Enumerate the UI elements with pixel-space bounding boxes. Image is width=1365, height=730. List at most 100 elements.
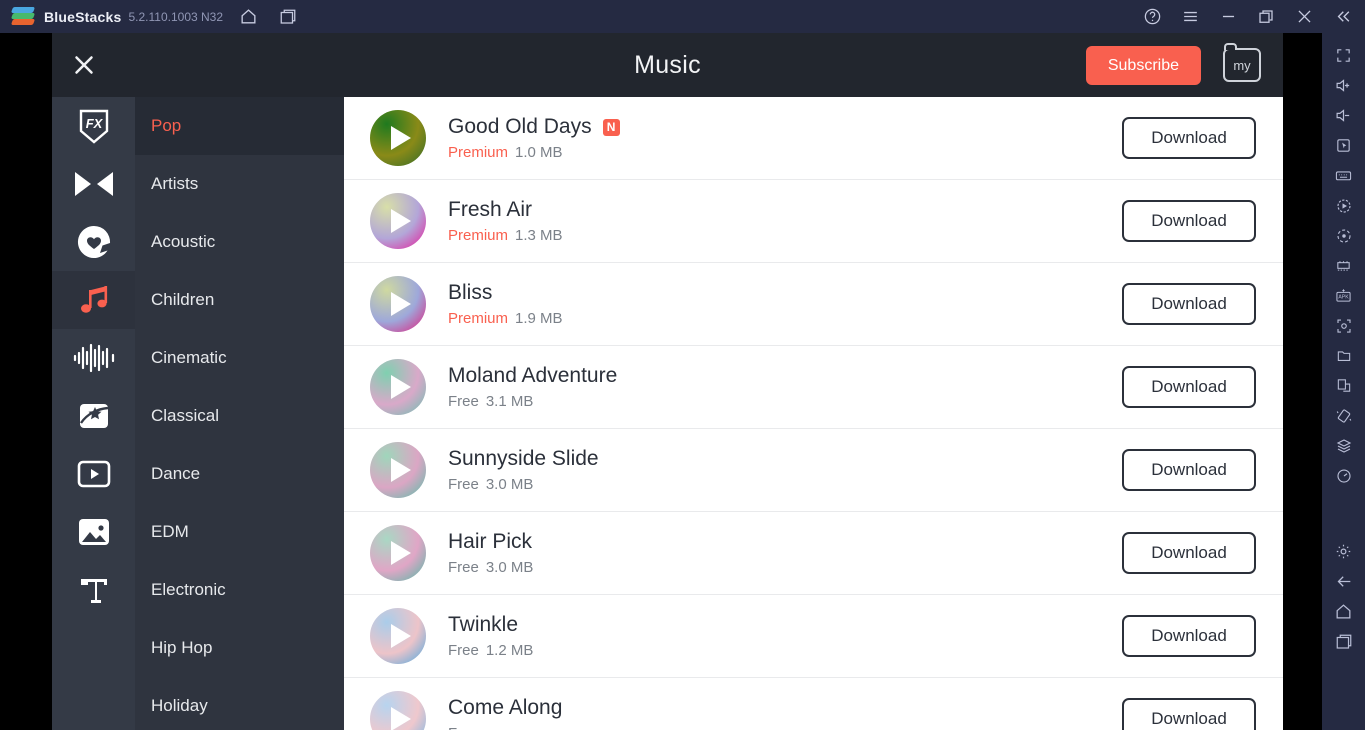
media-folder-icon[interactable] [1327, 341, 1361, 370]
home-icon[interactable] [1327, 597, 1361, 626]
category-item-classical[interactable]: Classical [135, 387, 344, 445]
effects-icon[interactable] [52, 387, 135, 445]
settings-icon[interactable] [1327, 537, 1361, 566]
song-size-label: 1.0 MB [515, 144, 563, 161]
song-thumbnail[interactable] [370, 442, 426, 498]
song-meta: Moland Adventure Free 3.1 MB [448, 364, 1122, 410]
fullscreen-icon[interactable] [1327, 41, 1361, 70]
window-titlebar: BlueStacks 5.2.110.1003 N32 [0, 0, 1365, 33]
download-button[interactable]: Download [1122, 698, 1256, 730]
song-thumbnail[interactable] [370, 276, 426, 332]
song-row[interactable]: Good Old Days N Premium 1.0 MB Download [344, 97, 1283, 180]
recents-icon[interactable] [1327, 627, 1361, 656]
layers-icon[interactable] [1327, 431, 1361, 460]
svg-text:APK: APK [1338, 294, 1349, 300]
fx-icon[interactable]: FX [52, 97, 135, 155]
play-icon[interactable] [390, 209, 411, 233]
category-item-electronic[interactable]: Electronic [135, 561, 344, 619]
volume-up-icon[interactable] [1327, 71, 1361, 100]
song-row[interactable]: Fresh Air Premium 1.3 MB Download [344, 180, 1283, 263]
download-button[interactable]: Download [1122, 366, 1256, 408]
music-icon[interactable] [52, 271, 135, 329]
sticker-icon[interactable] [52, 213, 135, 271]
category-item-artists[interactable]: Artists [135, 155, 344, 213]
song-title: Bliss [448, 281, 493, 304]
song-row[interactable]: Moland Adventure Free 3.1 MB Download [344, 346, 1283, 429]
emulator-screen: Music Subscribe my FX Pop Artists Acoust… [52, 33, 1283, 730]
song-thumbnail[interactable] [370, 691, 426, 730]
bluestacks-logo-icon [10, 6, 36, 27]
copy-icon[interactable] [1327, 371, 1361, 400]
speed-icon[interactable] [1327, 461, 1361, 490]
collapse-sidebar-icon[interactable] [1325, 2, 1359, 32]
song-row[interactable]: Come Along Free Download [344, 678, 1283, 730]
pointer-icon[interactable] [1327, 131, 1361, 160]
close-icon[interactable] [1287, 2, 1321, 32]
play-icon[interactable] [390, 707, 411, 730]
category-item-pop[interactable]: Pop [135, 97, 344, 155]
screenshot-icon[interactable] [1327, 311, 1361, 340]
song-thumbnail[interactable] [370, 525, 426, 581]
image-icon[interactable] [52, 503, 135, 561]
download-button[interactable]: Download [1122, 283, 1256, 325]
play-icon[interactable] [390, 624, 411, 648]
category-item-edm[interactable]: EDM [135, 503, 344, 561]
category-item-hip-hop[interactable]: Hip Hop [135, 619, 344, 677]
home-icon[interactable] [233, 2, 263, 32]
song-row[interactable]: Bliss Premium 1.9 MB Download [344, 263, 1283, 346]
song-size-label: 1.2 MB [485, 642, 534, 659]
instances-icon[interactable] [273, 2, 303, 32]
download-button[interactable]: Download [1122, 200, 1256, 242]
song-row[interactable]: Sunnyside Slide Free 3.0 MB Download [344, 429, 1283, 512]
category-item-cinematic[interactable]: Cinematic [135, 329, 344, 387]
song-thumbnail[interactable] [370, 359, 426, 415]
song-thumbnail[interactable] [370, 110, 426, 166]
song-row[interactable]: Twinkle Free 1.2 MB Download [344, 595, 1283, 678]
minimize-icon[interactable] [1211, 2, 1245, 32]
audio-wave-icon[interactable] [52, 329, 135, 387]
category-item-acoustic[interactable]: Acoustic [135, 213, 344, 271]
category-list: Pop Artists Acoustic Children Cinematic Class… [135, 97, 344, 730]
category-item-children[interactable]: Children [135, 271, 344, 329]
song-row[interactable]: Hair Pick Free 3.0 MB Download [344, 512, 1283, 595]
video-icon[interactable] [52, 445, 135, 503]
back-icon[interactable] [1327, 567, 1361, 596]
play-icon[interactable] [390, 126, 411, 150]
subscribe-button[interactable]: Subscribe [1085, 45, 1201, 85]
my-folder-icon[interactable]: my [1223, 43, 1261, 82]
category-item-holiday[interactable]: Holiday [135, 677, 344, 730]
volume-down-icon[interactable] [1327, 101, 1361, 130]
play-icon[interactable] [390, 375, 411, 399]
play-icon[interactable] [390, 541, 411, 565]
download-button[interactable]: Download [1122, 532, 1256, 574]
play-icon[interactable] [390, 292, 411, 316]
shake-icon[interactable] [1327, 401, 1361, 430]
song-subtitle: Premium 1.0 MB [448, 144, 1122, 161]
close-app-icon[interactable] [52, 33, 116, 97]
song-thumbnail[interactable] [370, 193, 426, 249]
help-icon[interactable] [1135, 2, 1169, 32]
menu-icon[interactable] [1173, 2, 1207, 32]
play-icon[interactable] [390, 458, 411, 482]
song-meta: Hair Pick Free 3.0 MB [448, 530, 1122, 576]
keyboard-icon[interactable] [1327, 161, 1361, 190]
song-subtitle: Premium 1.3 MB [448, 227, 1122, 244]
rotate-icon[interactable] [1327, 221, 1361, 250]
macro-icon[interactable] [1327, 191, 1361, 220]
song-subtitle: Free 1.2 MB [448, 642, 1122, 659]
text-icon[interactable] [52, 561, 135, 619]
multi-instance-icon[interactable] [1327, 251, 1361, 280]
song-title: Fresh Air [448, 198, 533, 221]
song-subtitle: Free [448, 725, 1122, 730]
category-item-dance[interactable]: Dance [135, 445, 344, 503]
song-meta: Come Along Free [448, 696, 1122, 730]
download-button[interactable]: Download [1122, 117, 1256, 159]
song-thumbnail[interactable] [370, 608, 426, 664]
install-apk-icon[interactable]: APK [1327, 281, 1361, 310]
download-button[interactable]: Download [1122, 449, 1256, 491]
transition-icon[interactable] [52, 155, 135, 213]
song-title: Hair Pick [448, 530, 533, 553]
download-button[interactable]: Download [1122, 615, 1256, 657]
maximize-icon[interactable] [1249, 2, 1283, 32]
song-meta: Good Old Days N Premium 1.0 MB [448, 115, 1122, 161]
